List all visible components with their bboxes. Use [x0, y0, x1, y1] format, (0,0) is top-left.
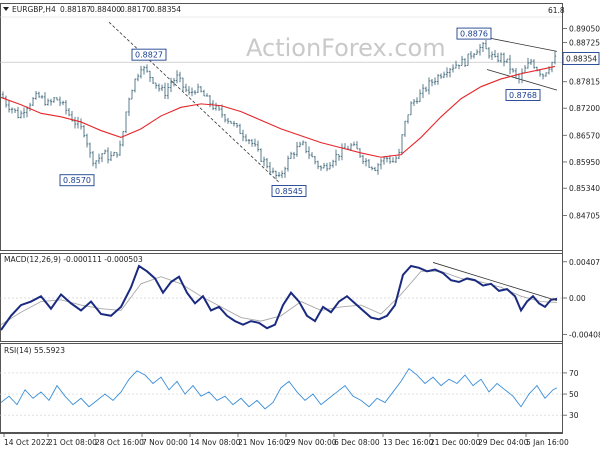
x-tick-label: 28 Oct 16:00: [95, 438, 144, 447]
macd-lines: [0, 262, 562, 331]
price-level-label: 0.8827: [135, 51, 163, 60]
price-axis: 0.89050 0.88725 0.87815 0.87200 0.86570 0.859…: [562, 25, 600, 221]
fib-level-label: 61.8: [548, 6, 565, 15]
price-level-label: 0.8876: [460, 30, 488, 39]
price-tick-label: 0.88725: [569, 38, 600, 47]
ohlc-open: 0.88187: [60, 5, 91, 14]
x-tick-label: 5 Jan 16:00: [526, 438, 569, 447]
x-tick-label: 14 Nov 08:00: [190, 438, 241, 447]
watermark: ActionForex.com: [246, 34, 446, 62]
price-tick-label: 0.85950: [569, 158, 600, 167]
rsi-panel: [0, 343, 563, 433]
price-level-label: 0.8768: [509, 91, 537, 100]
rsi-line: [0, 368, 558, 410]
symbol-dropdown-icon[interactable]: [3, 7, 9, 11]
x-tick-label: 6 Dec 08:00: [334, 438, 380, 447]
rsi-line: [0, 368, 562, 416]
price-tick-label: 0.85340: [569, 184, 600, 193]
x-tick-label: 14 Oct 2022: [4, 438, 51, 447]
price-level-label: 0.8545: [275, 187, 303, 196]
price-level-label: 0.8570: [63, 176, 91, 185]
rsi-title: RSI(14) 55.5923: [4, 346, 65, 355]
price-tick-label: 0.87200: [569, 104, 600, 113]
trendline: [486, 37, 558, 52]
rsi-tick-label: 50: [569, 390, 579, 399]
macd-trendline: [432, 262, 558, 302]
price-tick-label: 0.84705: [569, 212, 600, 221]
ohlc-close: 0.88354: [150, 5, 181, 14]
macd-tick-label: 0.004078: [569, 258, 600, 267]
rsi-tick-label: 70: [569, 369, 579, 378]
price-tick-label: 0.89050: [569, 25, 600, 34]
x-axis: 14 Oct 202221 Oct 08:0028 Oct 16:007 Nov…: [3, 433, 569, 447]
ohlc-high: 0.88400: [90, 5, 121, 14]
macd-title: MACD(12,26,9) -0.000111 -0.000503: [4, 255, 143, 264]
x-tick-label: 13 Dec 16:00: [383, 438, 434, 447]
x-tick-label: 21 Dec 00:00: [430, 438, 481, 447]
price-tick-label: 0.87815: [569, 78, 600, 87]
x-tick-label: 21 Nov 16:00: [238, 438, 289, 447]
macd-tick-label: -0.004089: [569, 330, 600, 339]
moving-average-line: [0, 65, 556, 158]
x-tick-label: 29 Dec 04:00: [478, 438, 529, 447]
rsi-axis: 70 50 30: [563, 369, 579, 420]
macd-axis: 0.004078 0.00 -0.004089: [563, 258, 600, 339]
eurgbp-chart: EURGBP,H4 0.88187 0.88400 0.88170 0.8835…: [0, 3, 600, 447]
price-tick-label: 0.86570: [569, 131, 600, 140]
ohlc-low: 0.88170: [120, 5, 151, 14]
symbol-label: EURGBP,H4: [12, 5, 56, 14]
x-tick-label: 7 Nov 00:00: [142, 438, 188, 447]
macd-panel: [0, 253, 563, 342]
current-price-label: 0.88354: [566, 55, 597, 64]
moving-average: [0, 65, 556, 158]
rsi-tick-label: 30: [569, 411, 579, 420]
x-tick-label: 21 Oct 08:00: [48, 438, 97, 447]
x-tick-label: 29 Nov 00:00: [286, 438, 337, 447]
macd-tick-label: 0.00: [569, 294, 586, 303]
